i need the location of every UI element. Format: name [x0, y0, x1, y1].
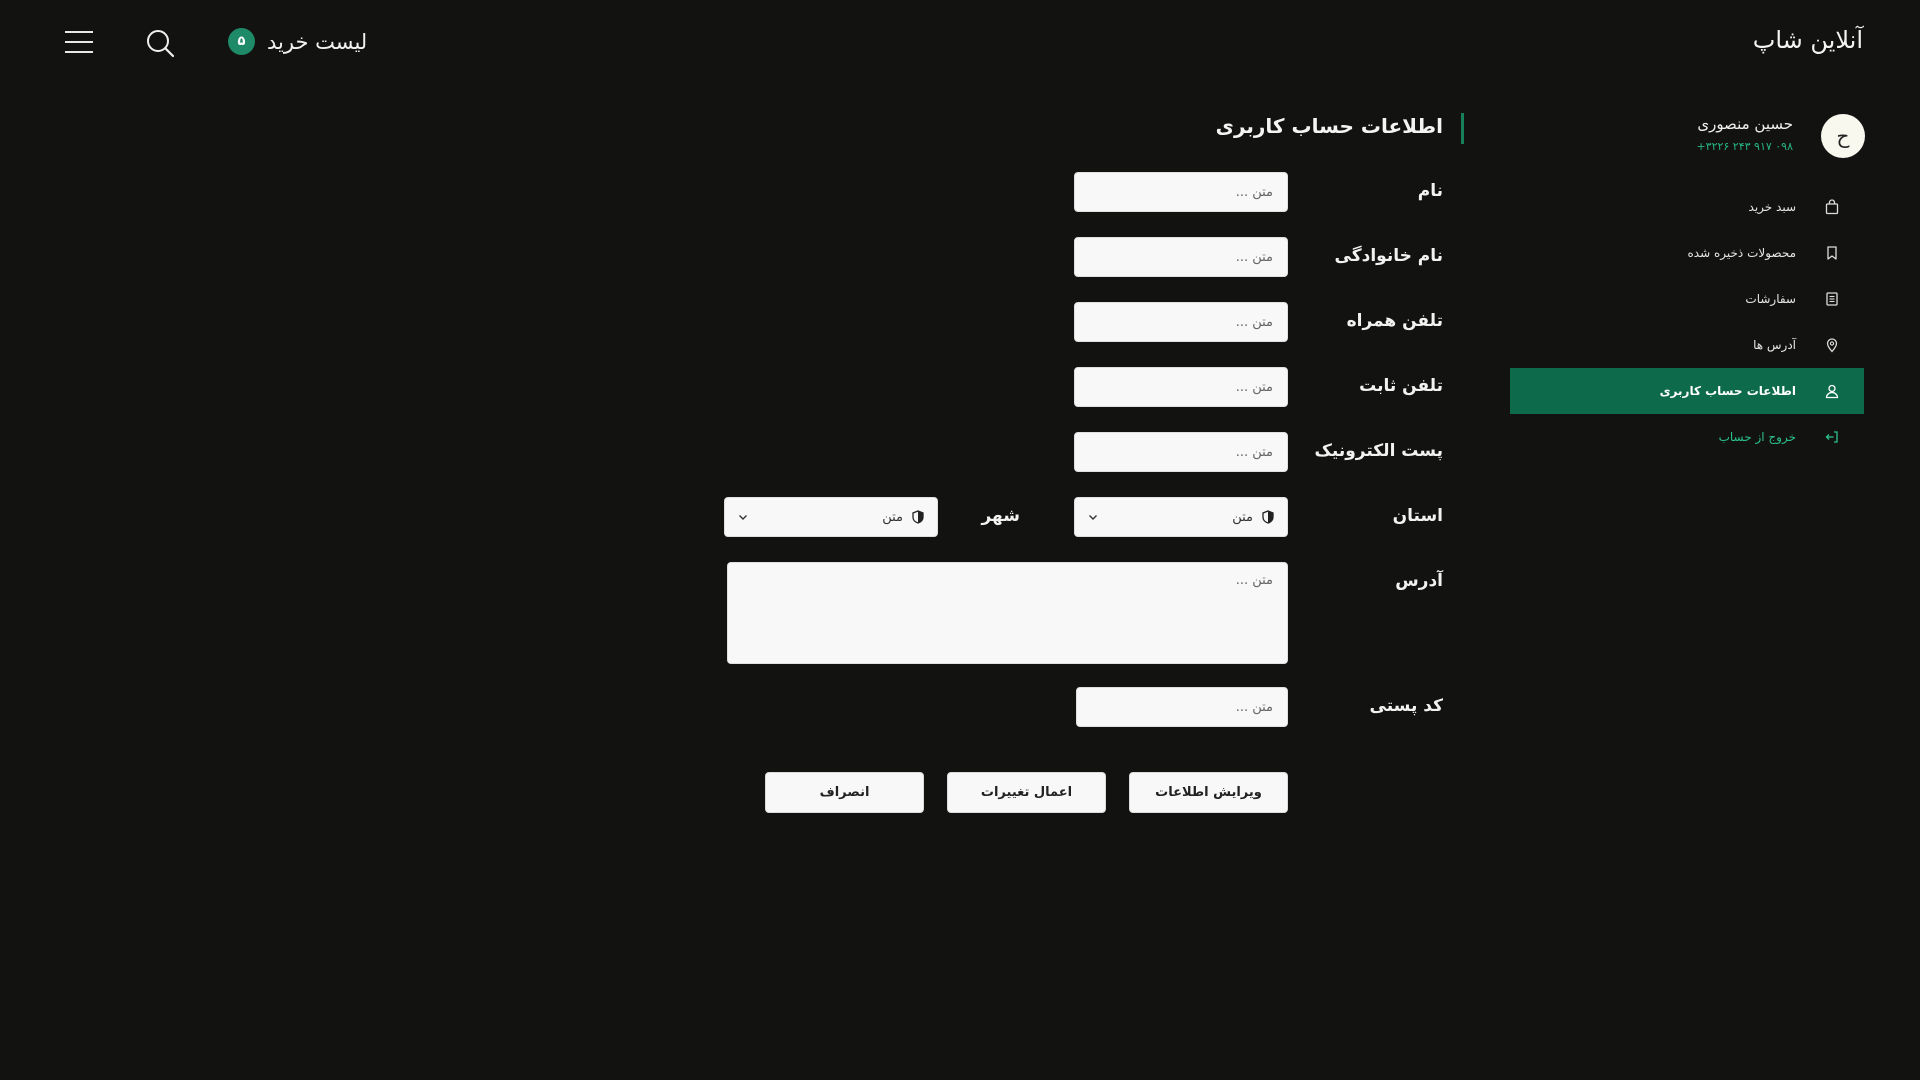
sidebar-item-label: اطلاعات حساب کاربری: [1659, 384, 1796, 398]
province-select-value: متن: [1232, 509, 1253, 525]
page-title: اطلاعات حساب کاربری: [1215, 114, 1443, 138]
cart-label: لیست خرید: [267, 29, 368, 54]
sidebar-item-label: خروج از حساب: [1718, 430, 1796, 444]
last-name-label: نام خانوادگی: [1334, 246, 1443, 266]
avatar[interactable]: ح: [1821, 114, 1865, 158]
sidebar-item-logout[interactable]: خروج از حساب: [1510, 414, 1864, 460]
sidebar-item-addresses[interactable]: آدرس ها: [1510, 322, 1864, 368]
cancel-button[interactable]: انصراف: [765, 772, 924, 813]
email-input[interactable]: [1074, 432, 1288, 472]
first-name-input[interactable]: [1074, 172, 1288, 212]
user-name: حسین منصوری: [1697, 115, 1793, 133]
sidebar-item-label: سفارشات: [1745, 292, 1796, 306]
chevron-down-icon: [1087, 511, 1099, 523]
landline-label: تلفن ثابت: [1359, 376, 1443, 396]
receipt-icon: [1824, 291, 1840, 307]
sidebar-item-orders[interactable]: سفارشات: [1510, 276, 1864, 322]
last-name-input[interactable]: [1074, 237, 1288, 277]
location-pin-icon: [1824, 337, 1840, 353]
apply-changes-button[interactable]: اعمال تغییرات: [947, 772, 1106, 813]
cart-count-badge: ۵: [228, 28, 255, 55]
sidebar-item-label: سبد خرید: [1748, 200, 1796, 214]
address-textarea[interactable]: [727, 562, 1288, 664]
chevron-down-icon: [737, 511, 749, 523]
city-select-value: متن: [882, 509, 903, 525]
city-select[interactable]: متن: [724, 497, 938, 537]
user-icon: [1824, 383, 1840, 399]
search-icon[interactable]: [145, 28, 175, 58]
postal-code-input[interactable]: [1076, 687, 1288, 727]
bookmark-icon: [1824, 245, 1840, 261]
sidebar-item-account-info[interactable]: اطلاعات حساب کاربری: [1510, 368, 1864, 414]
shield-icon: [911, 510, 925, 524]
sidebar-item-saved-products[interactable]: محصولات ذخیره شده: [1510, 230, 1864, 276]
account-sidebar: سبد خرید محصولات ذخیره شده سفارشات آدرس …: [1510, 184, 1864, 460]
sidebar-item-label: آدرس ها: [1753, 338, 1796, 352]
first-name-label: نام: [1417, 181, 1443, 201]
shopping-bag-icon: [1824, 199, 1840, 215]
province-label: استان: [1392, 506, 1443, 526]
postal-code-label: کد پستی: [1369, 696, 1443, 716]
landline-input[interactable]: [1074, 367, 1288, 407]
cart-link[interactable]: ۵ لیست خرید: [228, 28, 367, 55]
hamburger-menu-icon[interactable]: [65, 30, 93, 54]
mobile-label: تلفن همراه: [1346, 311, 1443, 331]
brand-logo-text[interactable]: آنلاین شاپ: [1753, 26, 1863, 54]
user-phone: ۰۹۸ ۹۱۷ ۲۴۳ ۳۲۲۶+: [1696, 140, 1793, 153]
email-label: پست الکترونیک: [1314, 441, 1443, 461]
sidebar-item-cart[interactable]: سبد خرید: [1510, 184, 1864, 230]
province-select[interactable]: متن: [1074, 497, 1288, 537]
edit-info-button[interactable]: ویرایش اطلاعات: [1129, 772, 1288, 813]
title-accent-bar: [1461, 113, 1464, 144]
city-label: شهر: [981, 506, 1020, 526]
logout-icon: [1824, 429, 1840, 445]
mobile-input[interactable]: [1074, 302, 1288, 342]
address-label: آدرس: [1395, 571, 1443, 591]
shield-icon: [1261, 510, 1275, 524]
sidebar-item-label: محصولات ذخیره شده: [1687, 246, 1796, 260]
